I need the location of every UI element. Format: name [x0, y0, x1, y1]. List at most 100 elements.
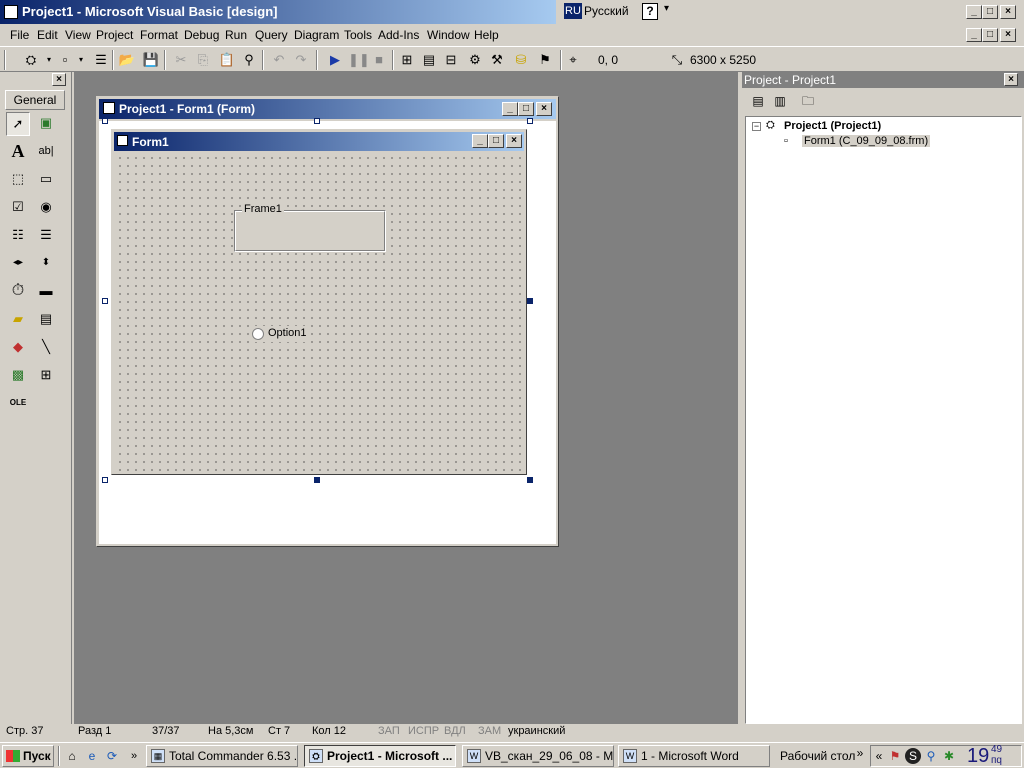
task-word-scan[interactable]: W VB_скан_29_06_08 - M... — [462, 745, 614, 767]
menu-tools[interactable]: Tools — [344, 28, 372, 42]
paste-icon[interactable]: 📋 — [218, 51, 236, 69]
maximize-icon[interactable]: □ — [982, 5, 998, 19]
menu-edit[interactable]: Edit — [37, 28, 58, 42]
ole-icon[interactable]: OLE — [6, 392, 30, 416]
quicklaunch-desktop-icon[interactable]: ⌂ — [64, 748, 80, 764]
vscrollbar-icon[interactable]: ⬍ — [34, 252, 58, 276]
listbox-icon[interactable]: ☰ — [34, 224, 58, 248]
save-project-icon[interactable]: 💾 — [142, 51, 160, 69]
checkbox-icon[interactable]: ☑ — [6, 196, 30, 220]
menu-project[interactable]: Project — [96, 28, 133, 42]
cut-icon[interactable]: ✂ — [172, 51, 190, 69]
dirlistbox-icon[interactable]: ▰ — [6, 308, 30, 332]
frame-icon[interactable]: ⬚ — [6, 168, 30, 192]
designer-maximize-icon[interactable]: □ — [518, 102, 534, 116]
desktop-toolbar-more-icon[interactable]: » — [852, 745, 868, 761]
mdi-restore-icon[interactable]: □ — [982, 28, 998, 42]
desktop-toolbar-label[interactable]: Рабочий стол — [780, 749, 855, 763]
mdi-close-icon[interactable]: × — [1000, 28, 1016, 42]
designer-close-icon[interactable]: × — [536, 102, 552, 116]
start-icon[interactable]: ▶ — [326, 51, 344, 69]
menu-window[interactable]: Window — [427, 28, 470, 42]
data-view-icon[interactable]: ⛁ — [512, 51, 530, 69]
minimize-icon[interactable]: _ — [966, 5, 982, 19]
form1-title-bar[interactable]: Form1 _ □ × — [114, 132, 524, 151]
optionbutton-icon[interactable]: ◉ — [34, 196, 58, 220]
combobox-icon[interactable]: ☷ — [6, 224, 30, 248]
language-name[interactable]: Русский — [584, 4, 629, 18]
quicklaunch-ie-icon[interactable]: e — [84, 748, 100, 764]
menu-file[interactable]: File — [10, 28, 29, 42]
option1-control[interactable]: Option1 — [250, 326, 310, 342]
designer-title-bar[interactable]: Project1 - Form1 (Form) _ □ × — [99, 99, 556, 119]
designer-minimize-icon[interactable]: _ — [502, 102, 518, 116]
menu-diagram[interactable]: Diagram — [294, 28, 339, 42]
form-layout-icon[interactable]: ⊟ — [442, 51, 460, 69]
dropdown-arrow-icon[interactable]: ▾ — [72, 51, 90, 69]
tray-skype-icon[interactable]: S — [905, 748, 921, 764]
menu-view[interactable]: View — [65, 28, 91, 42]
data-icon[interactable]: ⊞ — [34, 364, 58, 388]
label-icon[interactable]: A — [6, 140, 30, 164]
tree-item-form1[interactable]: Form1 (C_09_09_08.frm) — [802, 135, 931, 147]
form1-design-grid[interactable]: Frame1 Option1 — [114, 152, 524, 472]
copy-icon[interactable]: ⎘ — [194, 51, 212, 69]
find-icon[interactable]: ⚲ — [240, 51, 258, 69]
clock[interactable]: 19 49 пq — [967, 744, 1002, 768]
drivelistbox-icon[interactable]: ▬ — [34, 280, 58, 304]
menu-help[interactable]: Help — [474, 28, 499, 42]
menu-debug[interactable]: Debug — [184, 28, 219, 42]
menu-run[interactable]: Run — [225, 28, 247, 42]
toolbox-icon[interactable]: ⚒ — [488, 51, 506, 69]
undo-icon[interactable]: ↶ — [270, 51, 288, 69]
collapse-icon[interactable]: − — [752, 122, 761, 131]
properties-window-icon[interactable]: ▤ — [420, 51, 438, 69]
textbox-icon[interactable]: ab| — [34, 140, 58, 164]
commandbutton-icon[interactable]: ▭ — [34, 168, 58, 192]
tray-search-icon[interactable]: ⚲ — [923, 748, 939, 764]
resize-handle[interactable] — [527, 477, 533, 483]
redo-icon[interactable]: ↷ — [292, 51, 310, 69]
menu-add-ins[interactable]: Add-Ins — [378, 28, 419, 42]
help-icon[interactable]: ? — [642, 3, 658, 20]
task-total-commander[interactable]: ▦ Total Commander 6.53 ... — [146, 745, 298, 767]
open-project-icon[interactable]: 📂 — [118, 51, 136, 69]
filelistbox-icon[interactable]: ▤ — [34, 308, 58, 332]
task-visual-basic[interactable]: ⛭ Project1 - Microsoft ... — [304, 745, 456, 767]
toolbox-tab-general[interactable]: General — [5, 90, 65, 110]
pointer-icon[interactable]: ➚ — [6, 112, 30, 136]
vb-app-icon[interactable] — [4, 5, 18, 19]
image-icon[interactable]: ▩ — [6, 364, 30, 388]
line-icon[interactable]: ╲ — [34, 336, 58, 360]
menu-editor-icon[interactable]: ☰ — [92, 51, 110, 69]
menu-format[interactable]: Format — [140, 28, 178, 42]
view-object-icon[interactable]: ▥ — [770, 93, 790, 111]
frame1-control[interactable]: Frame1 — [234, 203, 386, 252]
shape-icon[interactable]: ◆ — [6, 336, 30, 360]
form1-window[interactable]: Form1 _ □ × Frame1 Option1 — [111, 129, 527, 475]
tray-app-icon[interactable]: ✱ — [941, 748, 957, 764]
object-browser-icon[interactable]: ⚙ — [466, 51, 484, 69]
toggle-folders-icon[interactable]: 🗀 — [798, 93, 818, 111]
add-project-icon[interactable]: ⛭ — [22, 51, 40, 69]
project-explorer-close-icon[interactable]: × — [1004, 73, 1018, 86]
picturebox-icon[interactable]: ▣ — [34, 112, 58, 136]
view-code-icon[interactable]: ▤ — [748, 93, 768, 111]
mdi-minimize-icon[interactable]: _ — [966, 28, 982, 42]
project-explorer-icon[interactable]: ⊞ — [398, 51, 416, 69]
resize-handle[interactable] — [527, 298, 533, 304]
task-microsoft-word[interactable]: W 1 - Microsoft Word — [618, 745, 770, 767]
hscrollbar-icon[interactable]: ◂▸ — [6, 252, 30, 276]
resize-handle[interactable] — [314, 477, 320, 483]
start-button[interactable]: Пуск — [2, 745, 54, 767]
tray-expand-icon[interactable]: « — [871, 748, 887, 764]
language-code-button[interactable]: RU — [564, 3, 582, 19]
component-manager-icon[interactable]: ⚑ — [536, 51, 554, 69]
end-icon[interactable]: ■ — [370, 51, 388, 69]
quicklaunch-more-icon[interactable]: » — [126, 748, 142, 764]
menu-query[interactable]: Query — [255, 28, 288, 42]
language-options-icon[interactable]: ▾ — [664, 3, 669, 14]
timer-icon[interactable]: ⏱ — [6, 280, 30, 304]
toolbox-close-icon[interactable]: × — [52, 73, 66, 86]
tree-item-project1[interactable]: Project1 (Project1) — [784, 120, 881, 132]
